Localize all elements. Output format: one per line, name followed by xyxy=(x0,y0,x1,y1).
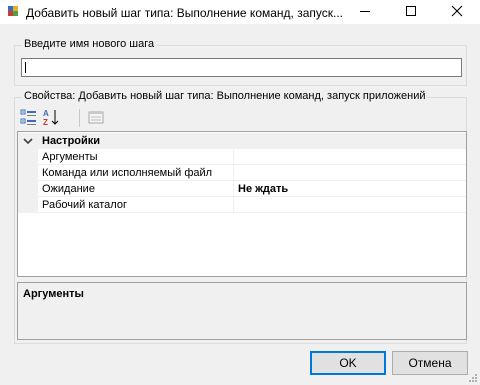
column-divider xyxy=(233,181,234,197)
property-name: Команда или исполняемый файл xyxy=(42,167,213,179)
property-grid-toolbar: A Z xyxy=(16,106,466,130)
cancel-button[interactable]: Отмена xyxy=(392,351,468,375)
close-button[interactable] xyxy=(434,0,480,24)
app-icon xyxy=(7,5,19,17)
category-row[interactable]: Настройки xyxy=(18,133,466,149)
categorized-icon xyxy=(20,109,36,125)
description-panel: Аргументы xyxy=(17,282,467,340)
property-row[interactable]: Аргументы xyxy=(38,149,466,165)
property-pages-icon xyxy=(88,111,104,124)
title-bar: Добавить новый шаг типа: Выполнение кома… xyxy=(0,0,480,24)
property-name: Аргументы xyxy=(42,151,98,163)
svg-text:A: A xyxy=(43,109,49,118)
grid-left-margin xyxy=(18,149,38,213)
property-row[interactable]: Рабочий каталог xyxy=(38,197,466,213)
sort-az-icon: A Z xyxy=(43,109,59,127)
toolbar-separator xyxy=(79,109,80,127)
ok-button[interactable]: OK xyxy=(310,351,386,375)
maximize-button[interactable] xyxy=(388,0,434,24)
name-group-caption: Введите имя нового шага xyxy=(22,38,157,50)
svg-text:Z: Z xyxy=(43,118,48,127)
column-divider xyxy=(233,197,234,213)
chevron-down-icon[interactable] xyxy=(22,134,34,148)
properties-group-caption: Свойства: Добавить новый шаг типа: Выпол… xyxy=(22,90,428,102)
maximize-icon xyxy=(406,6,416,16)
property-row[interactable]: Команда или исполняемый файл xyxy=(38,165,466,181)
window-title: Добавить новый шаг типа: Выполнение кома… xyxy=(26,6,344,20)
column-divider xyxy=(233,165,234,181)
property-value[interactable]: Не ждать xyxy=(238,183,288,195)
column-divider xyxy=(233,149,234,165)
categorized-button[interactable] xyxy=(19,107,39,128)
property-row[interactable]: Ожидание Не ждать xyxy=(38,181,466,197)
resize-grip-icon[interactable] xyxy=(466,371,478,383)
property-grid[interactable]: Настройки Аргументы Команда или исполняе… xyxy=(17,131,467,277)
close-icon xyxy=(451,5,463,17)
property-name: Рабочий каталог xyxy=(42,199,127,211)
sort-alphabetical-button[interactable]: A Z xyxy=(41,107,61,128)
text-caret xyxy=(25,62,26,73)
property-name: Ожидание xyxy=(42,183,95,195)
step-name-input[interactable] xyxy=(21,58,462,77)
description-title: Аргументы xyxy=(23,288,84,300)
category-label: Настройки xyxy=(42,135,101,147)
minimize-button[interactable] xyxy=(342,0,388,24)
minimize-icon xyxy=(360,11,370,12)
property-pages-button[interactable] xyxy=(86,107,106,128)
